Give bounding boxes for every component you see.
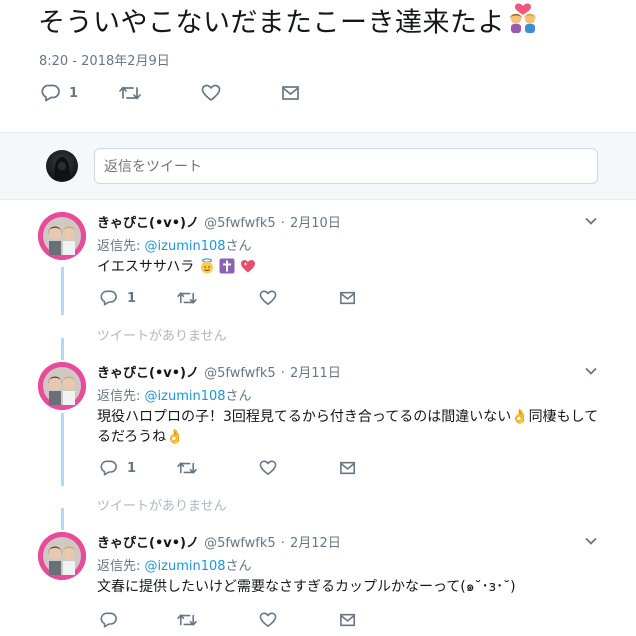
mention-link[interactable]: @izumin108 xyxy=(145,389,226,404)
honorific: さん xyxy=(225,559,252,574)
angel-emoji-icon xyxy=(199,258,215,280)
replying-to-label: 返信先: xyxy=(97,239,145,254)
reply-icon xyxy=(100,290,118,306)
thread-line xyxy=(61,413,64,486)
reply-button[interactable] xyxy=(100,612,118,628)
envelope-icon xyxy=(281,84,301,102)
reply-date[interactable]: 2月12日 xyxy=(290,536,341,551)
direct-message-button[interactable] xyxy=(339,612,357,628)
replying-to: 返信先: @izumin108さん xyxy=(97,385,252,404)
user-photo-icon xyxy=(38,532,86,580)
replying-to: 返信先: @izumin108さん xyxy=(97,555,252,574)
tweet-text-content: そういやこないだまたこーき達来たよ xyxy=(38,7,505,39)
chevron-down-icon xyxy=(585,537,597,545)
retweet-button[interactable] xyxy=(177,460,197,476)
reply-icon xyxy=(100,460,118,476)
user-photo-icon xyxy=(38,212,86,260)
reply-count: 1 xyxy=(69,85,79,101)
separator: · xyxy=(280,536,285,551)
sparkling-heart-emoji-icon xyxy=(240,258,256,280)
display-name[interactable]: きゃぴこ(•v•)ノ xyxy=(97,366,199,381)
reply-count: 1 xyxy=(127,460,137,476)
reply-icon xyxy=(41,84,61,102)
couple-heart-emoji-icon xyxy=(507,2,539,46)
replying-to: 返信先: @izumin108さん xyxy=(97,235,252,254)
retweet-button[interactable] xyxy=(177,612,197,628)
reply-header: きゃぴこ(•v•)ノ @5fwfwfk5 · 2月11日 xyxy=(97,362,341,381)
retweet-button[interactable] xyxy=(119,84,141,102)
reply-text: イエスササハラ xyxy=(97,257,256,280)
reply-header: きゃぴこ(•v•)ノ @5fwfwfk5 · 2月12日 xyxy=(97,532,341,551)
envelope-icon xyxy=(339,290,357,306)
mention-link[interactable]: @izumin108 xyxy=(145,559,226,574)
tweet-text: そういやこないだまたこーき達来たよ xyxy=(38,2,539,46)
replying-to-label: 返信先: xyxy=(97,389,145,404)
thread-line xyxy=(61,338,64,360)
retweet-icon xyxy=(177,612,197,628)
reply-date[interactable]: 2月11日 xyxy=(290,366,341,381)
retweet-icon xyxy=(177,290,197,306)
reply-button[interactable]: 1 xyxy=(100,290,136,306)
honorific: さん xyxy=(225,239,252,254)
honorific: さん xyxy=(225,389,252,404)
envelope-icon xyxy=(339,612,357,628)
reply-date[interactable]: 2月10日 xyxy=(290,216,341,231)
reply-text: 現役ハロプロの子！3回程見てるから付き合ってるのは間違いない👌同棲もして るだろ… xyxy=(97,407,627,447)
reply-icon xyxy=(100,612,118,628)
hooded-figure-icon xyxy=(54,157,70,180)
retweet-button[interactable] xyxy=(177,290,197,306)
direct-message-button[interactable] xyxy=(339,290,357,306)
heart-icon xyxy=(259,612,277,628)
avatar[interactable] xyxy=(38,212,86,260)
user-handle[interactable]: @5fwfwfk5 xyxy=(204,536,276,551)
like-button[interactable] xyxy=(201,84,221,102)
replying-to-label: 返信先: xyxy=(97,559,145,574)
more-options-button[interactable] xyxy=(584,213,598,232)
heart-icon xyxy=(259,460,277,476)
separator: · xyxy=(280,366,285,381)
more-options-button[interactable] xyxy=(584,533,598,552)
like-button[interactable] xyxy=(259,612,277,628)
reply-button[interactable]: 1 xyxy=(100,460,136,476)
reply-input[interactable] xyxy=(94,148,598,184)
retweet-icon xyxy=(119,84,141,102)
display-name[interactable]: きゃぴこ(•v•)ノ xyxy=(97,536,199,551)
avatar[interactable] xyxy=(38,362,86,410)
chevron-down-icon xyxy=(585,367,597,375)
tweet-timestamp[interactable]: 8:20 - 2018年2月9日 xyxy=(39,50,170,69)
reply-header: きゃぴこ(•v•)ノ @5fwfwfk5 · 2月10日 xyxy=(97,212,341,231)
avatar[interactable] xyxy=(38,532,86,580)
reply-text-content: イエスササハラ xyxy=(97,259,195,275)
display-name[interactable]: きゃぴこ(•v•)ノ xyxy=(97,216,199,231)
like-button[interactable] xyxy=(259,460,277,476)
reply-count: 1 xyxy=(127,290,137,306)
reply-button[interactable]: 1 xyxy=(41,84,78,102)
thread-line xyxy=(61,508,64,530)
reply-text-line: るだろうね👌 xyxy=(97,429,184,445)
user-photo-icon xyxy=(38,362,86,410)
mention-link[interactable]: @izumin108 xyxy=(145,239,226,254)
reply-text-line: 現役ハロプロの子！3回程見てるから付き合ってるのは間違いない👌同棲もして xyxy=(97,409,599,425)
user-handle[interactable]: @5fwfwfk5 xyxy=(204,216,276,231)
heart-icon xyxy=(201,84,221,102)
like-button[interactable] xyxy=(259,290,277,306)
envelope-icon xyxy=(339,460,357,476)
direct-message-button[interactable] xyxy=(281,84,301,102)
user-handle[interactable]: @5fwfwfk5 xyxy=(204,366,276,381)
tweet-unavailable-notice: ツイートがありません xyxy=(97,499,227,514)
latin-cross-emoji-icon xyxy=(219,258,235,280)
heart-icon xyxy=(259,290,277,306)
my-avatar[interactable] xyxy=(46,150,78,182)
separator: · xyxy=(280,216,285,231)
chevron-down-icon xyxy=(585,217,597,225)
direct-message-button[interactable] xyxy=(339,460,357,476)
thread-line xyxy=(61,267,64,315)
tweet-unavailable-notice: ツイートがありません xyxy=(97,329,227,344)
reply-text-content: 文春に提供したいけど需要なさすぎるカップルかなーって(๑˘･з･˘) xyxy=(97,579,516,595)
retweet-icon xyxy=(177,460,197,476)
more-options-button[interactable] xyxy=(584,363,598,382)
reply-text: 文春に提供したいけど需要なさすぎるカップルかなーって(๑˘･з･˘) xyxy=(97,577,516,597)
